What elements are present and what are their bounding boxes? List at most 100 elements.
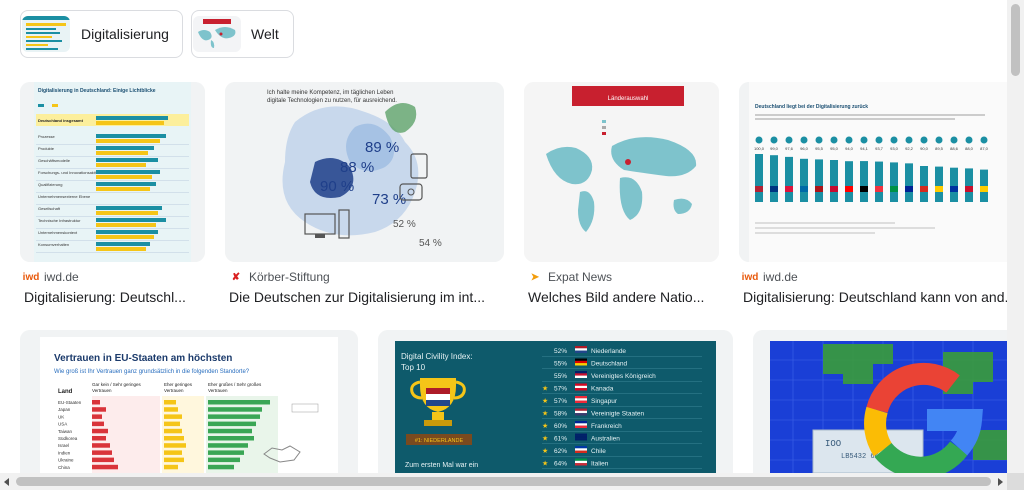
chart-heading: Deutschland liegt bei der Digitalisierun…: [755, 104, 868, 110]
bar: [164, 407, 178, 412]
scroll-right-arrow-icon[interactable]: [998, 478, 1003, 486]
flag-icon: [575, 460, 587, 464]
flag-icon: [575, 413, 587, 416]
dci-country: Singapur: [591, 398, 618, 405]
star-icon: ★: [542, 397, 548, 405]
bar: [770, 155, 778, 202]
result-thumbnail-4[interactable]: Deutschland liegt bei der Digitalisierun…: [739, 82, 1007, 262]
bar: [905, 163, 913, 202]
chip-welt[interactable]: Welt: [191, 10, 294, 58]
column-header-land: Land: [58, 389, 73, 395]
dci-country: Italien: [591, 461, 609, 468]
flag-icon: [845, 186, 853, 192]
vertical-scrollbar-thumb[interactable]: [1011, 4, 1020, 76]
chart-heading: Vertrauen in EU-Staaten am höchsten: [54, 353, 232, 364]
row-divider: [36, 204, 189, 205]
result-thumbnail-2[interactable]: Ich halte meine Kompetenz, im täglichen …: [225, 82, 504, 262]
bar-value-label: 95,0: [830, 146, 839, 151]
bar: [92, 457, 114, 463]
flag-icon: [575, 463, 587, 466]
result-thumbnail-5[interactable]: Vertrauen in EU-Staaten am höchsten Wie …: [20, 330, 358, 473]
scroll-left-arrow-icon[interactable]: [4, 478, 9, 486]
bar: [164, 414, 182, 419]
dci-pct: 55%: [554, 361, 567, 368]
bar: [935, 166, 943, 202]
bar-cap: [980, 136, 988, 144]
country-label: Südkorea: [58, 436, 78, 441]
chip-digitalisierung[interactable]: Digitalisierung: [20, 10, 183, 58]
bar-value-label: 97,6: [785, 146, 794, 151]
row-divider: [542, 443, 702, 444]
bar-value-label: 89,5: [935, 146, 944, 151]
bar: [96, 182, 156, 186]
bar: [208, 414, 260, 419]
bar: [96, 175, 152, 179]
dci-country: Deutschland: [591, 361, 628, 368]
flag-icon: [950, 186, 958, 192]
result-title-1[interactable]: Digitalisierung: Deutschl...: [24, 289, 204, 305]
caption-line-2: digitale Technologien zu nutzen, für aus…: [267, 98, 397, 104]
result-title-4[interactable]: Digitalisierung: Deutschland kann von an…: [743, 289, 1007, 305]
bar: [92, 414, 102, 419]
country-label: China: [58, 465, 70, 470]
highlight-row-label: Deutschland insgesamt: [38, 118, 84, 123]
bar: [92, 407, 106, 412]
flag-icon: [575, 435, 587, 439]
bar: [950, 167, 958, 202]
flag-icon: [575, 360, 587, 364]
result-title-2[interactable]: Die Deutschen zur Digitalisierung im int…: [229, 289, 499, 305]
bar: [92, 464, 118, 470]
bar: [96, 187, 150, 191]
koerber-favicon-icon: ✘: [231, 271, 241, 283]
chip-label: Welt: [251, 26, 279, 42]
flag-icon: [890, 186, 898, 192]
bar: [164, 443, 186, 448]
result-source-2: ✘ Körber-Stiftung: [229, 270, 330, 284]
result-thumbnail-7[interactable]: IOO LB5432 66: [753, 330, 1007, 473]
flag-icon: [575, 375, 587, 378]
flag-icon: [575, 448, 587, 451]
bar: [164, 421, 180, 427]
flag-icon: [980, 186, 988, 192]
bar: [96, 206, 162, 210]
iwd-favicon-icon: iwd: [22, 271, 40, 283]
flag-icon: [920, 186, 928, 192]
source-name: iwd.de: [44, 270, 79, 284]
star-icon: ★: [542, 447, 548, 455]
bar: [830, 160, 838, 202]
vertical-scrollbar[interactable]: [1007, 0, 1024, 473]
value-label: 88 %: [340, 159, 374, 176]
bar: [92, 428, 108, 434]
row-divider: [36, 228, 189, 229]
bar: [92, 421, 104, 427]
dci-heading-line-2: Top 10: [401, 363, 426, 372]
horizontal-scrollbar[interactable]: [0, 473, 1024, 490]
result-thumbnail-6[interactable]: Digital Civility Index: Top 10 #1: NIEDE…: [378, 330, 733, 473]
source-name: iwd.de: [763, 270, 798, 284]
row-divider: [36, 144, 189, 145]
row-divider: [542, 456, 702, 457]
column-header-3b: Vertrauen: [208, 388, 228, 393]
country-label: USA: [58, 422, 67, 427]
bar-cap: [935, 136, 943, 144]
bar-cap: [920, 136, 928, 144]
bar: [92, 436, 106, 441]
row-divider: [542, 418, 702, 419]
flag-icon: [575, 383, 587, 386]
bar-cap: [845, 136, 853, 144]
result-thumbnail-3[interactable]: Länderauswahl: [524, 82, 719, 262]
row-divider: [36, 180, 189, 181]
flag-icon: [575, 423, 587, 426]
row-label: Konsumverhalten: [38, 242, 69, 247]
flag-icon: [575, 358, 587, 361]
flag-icon: [575, 433, 587, 436]
result-thumbnail-1[interactable]: Digitalisierung in Deutschland: Einige L…: [20, 82, 205, 262]
bar: [96, 223, 156, 227]
row-divider: [542, 368, 702, 369]
flag-icon: [575, 410, 587, 414]
result-title-3[interactable]: Welches Bild andere Natio...: [528, 289, 716, 305]
value-label: 89 %: [365, 139, 399, 156]
flag-icon: [815, 186, 823, 192]
flag-icon: [575, 458, 587, 461]
horizontal-scrollbar-thumb[interactable]: [16, 477, 991, 486]
